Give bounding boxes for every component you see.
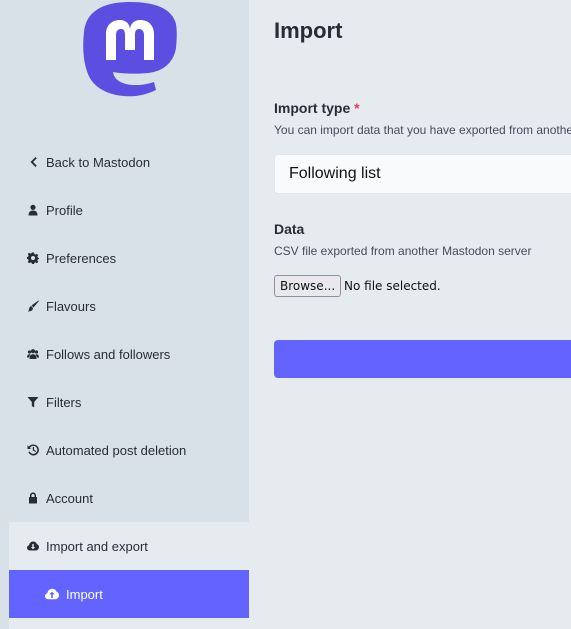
lock-icon [26, 491, 40, 505]
import-type-select[interactable]: Following list [274, 154, 571, 194]
filter-icon [26, 395, 40, 409]
sidebar-item-filters[interactable]: Filters [0, 378, 249, 426]
browse-button[interactable]: Browse... [274, 275, 342, 297]
cloud-download-icon [26, 539, 40, 553]
sidebar-item-label: Profile [46, 202, 83, 218]
sidebar-item-label: Flavours [46, 298, 96, 314]
sidebar-item-label: Follows and followers [46, 346, 171, 362]
sidebar-item-follows[interactable]: Follows and followers [0, 330, 249, 378]
import-type-label: Import type * [274, 100, 360, 116]
sidebar-item-profile[interactable]: Profile [0, 186, 249, 234]
required-mark: * [354, 100, 360, 116]
sidebar-subitem-import[interactable]: Import [9, 570, 249, 618]
user-icon [26, 203, 40, 217]
data-hint: CSV file exported from another Mastodon … [274, 244, 532, 258]
page-title: Import [274, 18, 343, 43]
mastodon-logo[interactable] [82, 0, 178, 98]
import-type-hint: You can import data that you have export… [274, 123, 571, 137]
import-type-label-text: Import type [274, 100, 351, 116]
sidebar-item-account[interactable]: Account [0, 474, 249, 522]
cloud-upload-icon [45, 587, 59, 601]
sidebar-item-automated-deletion[interactable]: Automated post deletion [0, 426, 249, 474]
sidebar-item-label: Automated post deletion [46, 442, 187, 458]
sidebar-item-preferences[interactable]: Preferences [0, 234, 249, 282]
users-icon [26, 347, 40, 361]
sidebar: Back to Mastodon Profile Preferences Fla… [0, 0, 249, 629]
sidebar-item-label: Account [46, 490, 93, 506]
upload-button[interactable] [274, 340, 571, 378]
sidebar-item-flavours[interactable]: Flavours [0, 282, 249, 330]
sidebar-item-label: Back to Mastodon [46, 154, 151, 170]
main-content: Import Import type * You can import data… [249, 0, 571, 629]
sidebar-item-label: Import and export [46, 538, 148, 554]
data-label: Data [274, 221, 305, 237]
chevron-left-icon [26, 155, 40, 169]
history-icon [26, 443, 40, 457]
sidebar-item-back[interactable]: Back to Mastodon [0, 138, 249, 186]
paint-brush-icon [26, 299, 40, 313]
import-type-selected-value: Following list [289, 165, 381, 182]
sidebar-item-import-export[interactable]: Import and export [0, 522, 249, 570]
sidebar-item-label: Import [66, 586, 103, 602]
file-status: No file selected. [344, 279, 441, 293]
gear-icon [26, 251, 40, 265]
sidebar-item-label: Preferences [46, 250, 117, 266]
sidebar-item-label: Filters [46, 394, 82, 410]
